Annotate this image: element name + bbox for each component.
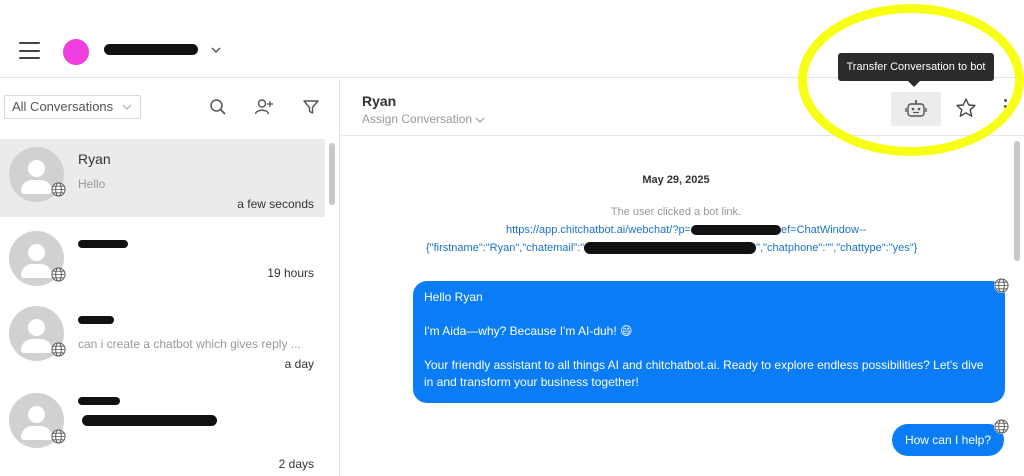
redaction-mark (691, 225, 781, 236)
conversation-time: 19 hours (267, 266, 314, 280)
more-options-icon[interactable] (1003, 99, 1009, 117)
globe-icon (994, 278, 1009, 293)
bot-link-text: ","chatphone":"","chattype":"yes"} (756, 242, 918, 254)
chevron-down-icon (122, 104, 132, 110)
account-avatar[interactable] (63, 39, 89, 65)
chevron-down-icon (475, 117, 485, 123)
conversation-item[interactable]: 2 days (0, 385, 325, 476)
filter-select-value: All Conversations (12, 99, 114, 114)
conversation-time: 2 days (278, 457, 314, 471)
bot-message-line: Your friendly assistant to all things AI… (424, 358, 984, 389)
redaction-mark (78, 240, 128, 248)
robot-icon (905, 100, 927, 117)
assign-conversation-dropdown[interactable]: Assign Conversation (362, 112, 485, 126)
system-message: The user clicked a bot link. (610, 206, 742, 218)
date-separator: May 29, 2025 (642, 174, 710, 186)
globe-icon (51, 342, 66, 357)
add-user-icon[interactable] (254, 98, 274, 116)
bot-link-text: https://app.chitchatbot.ai/webchat/?p= (506, 224, 691, 236)
chat-header: Ryan Assign Conversation (341, 79, 1024, 136)
conversation-name: Ryan (78, 151, 111, 167)
chat-scrollbar[interactable] (1014, 141, 1020, 261)
globe-icon (51, 267, 66, 282)
chat-contact-name: Ryan (362, 93, 397, 109)
transfer-to-bot-button[interactable] (891, 92, 941, 126)
conversation-sidebar: All Conversations Ryan Hello a few secon… (0, 79, 340, 476)
conversation-filter-select[interactable]: All Conversations (4, 95, 141, 119)
conversation-time: a day (284, 357, 314, 371)
conversation-preview: can i create a chatbot which gives reply… (78, 337, 301, 351)
search-icon[interactable] (209, 98, 227, 116)
globe-icon (51, 182, 66, 197)
conversation-item[interactable]: can i create a chatbot which gives reply… (0, 299, 325, 379)
conversation-item[interactable]: Ryan Hello a few seconds (0, 139, 325, 217)
redaction-mark (584, 242, 757, 255)
conversation-list: Ryan Hello a few seconds 19 hours can i … (0, 139, 326, 476)
bot-message-line: I'm Aida—why? Because I'm AI-duh! 😄 (424, 324, 633, 338)
bot-message-bubble: How can I help? (892, 424, 1004, 456)
redaction-mark (104, 44, 198, 55)
bot-link-text: {"firstname":"Ryan","chatemail":" (426, 242, 585, 254)
redaction-mark (78, 397, 120, 405)
bot-link-text: ef=ChatWindow-- (781, 224, 867, 236)
bot-message-bubble: Hello Ryan I'm Aida—why? Because I'm AI-… (413, 281, 1005, 403)
bot-link-line-1[interactable]: https://app.chitchatbot.ai/webchat/?p= ef… (506, 224, 866, 236)
star-icon[interactable] (955, 97, 977, 119)
conversation-time: a few seconds (237, 197, 314, 211)
redaction-mark (82, 415, 217, 426)
globe-icon (51, 429, 66, 444)
conversation-preview: Hello (78, 177, 106, 191)
sidebar-scrollbar[interactable] (329, 143, 335, 205)
conversation-item[interactable]: 19 hours (0, 223, 325, 293)
bot-link-line-2[interactable]: {"firstname":"Ryan","chatemail":" ","chat… (426, 242, 918, 255)
app: All Conversations Ryan Hello a few secon… (0, 0, 1024, 476)
assign-conversation-label: Assign Conversation (362, 112, 473, 126)
bot-message-line: Hello Ryan (424, 290, 483, 304)
redaction-mark (78, 316, 114, 324)
chevron-down-icon[interactable] (210, 44, 222, 56)
globe-icon (994, 419, 1009, 434)
hamburger-menu-icon[interactable] (19, 42, 40, 59)
filter-funnel-icon[interactable] (302, 98, 320, 116)
transfer-to-bot-tooltip: Transfer Conversation to bot (838, 53, 994, 87)
